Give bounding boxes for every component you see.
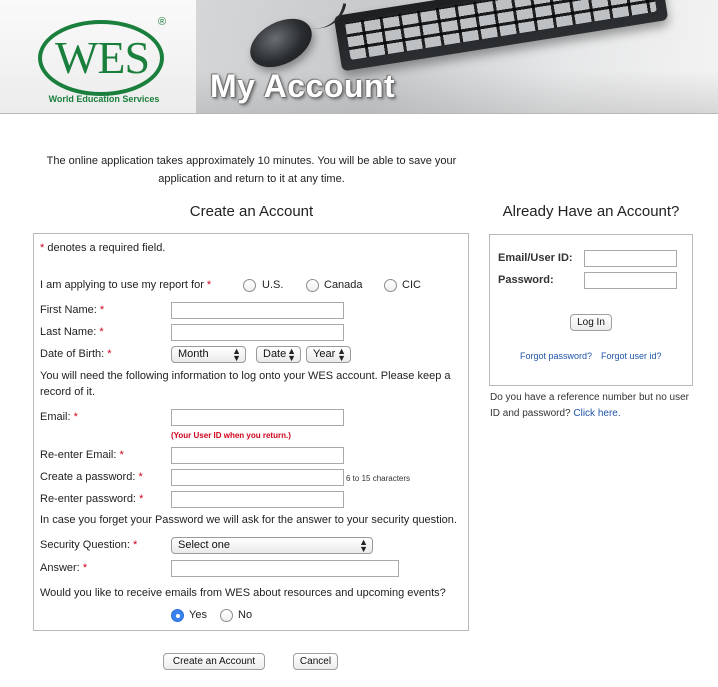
radio-canada-label: Canada (324, 279, 363, 291)
cancel-button[interactable]: Cancel (293, 653, 338, 670)
keyboard-image (333, 0, 669, 72)
banner-title: My Account (210, 68, 396, 104)
reference-number-note: Do you have a reference number but no us… (490, 390, 700, 422)
first-name-label: First Name: * (40, 304, 105, 316)
wes-logo[interactable]: WES ® World Education Services (36, 16, 172, 110)
emails-question: Would you like to receive emails from WE… (40, 587, 446, 599)
intro-line-1: The online application takes approximate… (46, 155, 457, 167)
reenter-email-input[interactable] (171, 447, 344, 464)
answer-label: Answer: * (40, 562, 88, 574)
reenter-password-label: Re-enter password: * (40, 493, 144, 505)
forgot-userid-link[interactable]: Forgot user id? (601, 351, 662, 361)
create-account-button[interactable]: Create an Account (163, 653, 265, 670)
login-form: Email/User ID: Password: Log In Forgot p… (489, 234, 693, 386)
security-question-label: Security Question: * (40, 539, 138, 551)
login-button[interactable]: Log In (570, 314, 612, 331)
reenter-email-label: Re-enter Email: * (40, 449, 124, 461)
create-account-heading: Create an Account (189, 203, 314, 220)
password-hint: 6 to 15 characters (346, 474, 411, 483)
login-email-label: Email/User ID: (498, 252, 573, 264)
updown-chevron-icon: ▲ ▼ (359, 537, 368, 554)
last-name-label: Last Name: * (40, 326, 104, 338)
registered-mark: ® (158, 16, 167, 28)
security-info-text: In case you forget your Password we will… (40, 514, 457, 526)
email-userid-note: (Your User ID when you return.) (171, 431, 291, 440)
password-label: Create a password: * (40, 471, 143, 483)
radio-cic[interactable] (384, 279, 397, 292)
forgot-password-link[interactable]: Forgot password? (520, 351, 592, 361)
last-name-input[interactable] (171, 324, 344, 341)
updown-chevron-icon: ▲ ▼ (337, 346, 346, 363)
logo-mark: WES (54, 32, 150, 83)
logon-info-text: You will need the following information … (40, 370, 451, 398)
email-label: Email: * (40, 411, 78, 423)
security-question-select[interactable]: Select one ▲ ▼ (171, 537, 373, 554)
dob-label: Date of Birth: * (40, 348, 112, 360)
dob-month-select[interactable]: Month ▲ ▼ (171, 346, 246, 363)
first-name-input[interactable] (171, 302, 344, 319)
answer-input[interactable] (171, 560, 399, 577)
intro-text: The online application takes approximate… (0, 152, 503, 188)
radio-emails-yes[interactable] (171, 609, 184, 622)
radio-emails-no-label: No (238, 609, 253, 621)
radio-emails-no[interactable] (220, 609, 233, 622)
reenter-password-input[interactable] (171, 491, 344, 508)
login-email-input[interactable] (584, 250, 677, 267)
login-password-label: Password: (498, 274, 554, 286)
radio-emails-yes-label: Yes (189, 609, 207, 621)
required-note: * denotes a required field. (40, 242, 165, 254)
required-note-text: denotes a required field. (44, 242, 166, 254)
report-for-label: I am applying to use my report for * (40, 279, 212, 291)
dob-date-select[interactable]: Date ▲ ▼ (256, 346, 301, 363)
click-here-link[interactable]: Click here. (573, 408, 620, 419)
email-input[interactable] (171, 409, 344, 426)
radio-canada[interactable] (306, 279, 319, 292)
radio-cic-label: CIC (402, 279, 421, 291)
login-heading: Already Have an Account? (502, 203, 680, 220)
dob-year-select[interactable]: Year ▲ ▼ (306, 346, 351, 363)
login-password-input[interactable] (584, 272, 677, 289)
password-input[interactable] (171, 469, 344, 486)
updown-chevron-icon: ▲ ▼ (232, 346, 241, 363)
logo-caption: World Education Services (48, 94, 160, 104)
intro-line-2: application and return to it at any time… (158, 173, 345, 185)
radio-us-label: U.S. (262, 279, 284, 291)
header-banner: My Account WES ® World Education Service… (0, 0, 718, 114)
radio-us[interactable] (243, 279, 256, 292)
create-account-form: * denotes a required field. I am applyin… (33, 233, 469, 631)
updown-chevron-icon: ▲ ▼ (287, 346, 296, 363)
